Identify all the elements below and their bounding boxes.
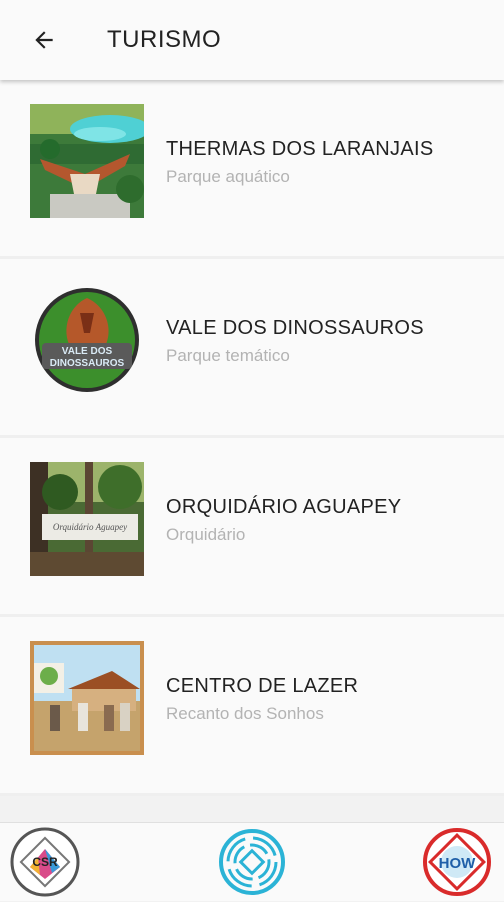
how-logo-icon: HOW	[423, 828, 491, 896]
item-subtitle: Parque temático	[166, 346, 290, 365]
list-item-thermas[interactable]: THERMAS DOS LARANJAIS Parque aquático	[0, 80, 504, 259]
item-title: VALE DOS DINOSSAUROS	[166, 317, 424, 339]
item-title: ORQUIDÁRIO AGUAPEY	[166, 496, 402, 518]
item-texts: VALE DOS DINOSSAUROS Parque temático	[166, 317, 424, 366]
how-logo-button[interactable]: HOW	[422, 827, 492, 897]
csr-logo-text: CSR	[32, 855, 58, 869]
item-texts: CENTRO DE LAZER Recanto dos Sonhos	[166, 675, 358, 724]
list-item-centro-lazer[interactable]: CENTRO DE LAZER Recanto dos Sonhos	[0, 617, 504, 796]
item-subtitle: Recanto dos Sonhos	[166, 704, 324, 723]
center-maze-button[interactable]	[217, 827, 287, 897]
orquidario-thumbnail: Orquidário Aguapey	[30, 462, 144, 576]
item-texts: THERMAS DOS LARANJAIS Parque aquático	[166, 138, 433, 187]
csr-logo-button[interactable]: CSR	[10, 827, 80, 897]
page-title: TURISMO	[107, 26, 222, 53]
vale-dinossauros-logo: VALE DOS DINOSSAUROS	[30, 283, 144, 397]
item-subtitle: Parque aquático	[166, 167, 290, 186]
logo-text-line-2: DINOSSAUROS	[50, 358, 125, 369]
orquidario-sign-text: Orquidário Aguapey	[53, 522, 127, 532]
item-texts: ORQUIDÁRIO AGUAPEY Orquidário	[166, 496, 401, 545]
app-bar: TURISMO	[0, 0, 504, 80]
centro-lazer-thumbnail	[30, 641, 144, 755]
maze-logo-icon	[219, 829, 285, 895]
bottom-bar: CSR HOW	[0, 822, 504, 901]
item-subtitle: Orquidário	[166, 525, 246, 544]
csr-logo-icon: CSR	[10, 827, 80, 897]
back-button[interactable]	[26, 22, 62, 58]
tourism-list: THERMAS DOS LARANJAIS Parque aquático VA…	[0, 80, 504, 796]
arrow-left-icon	[35, 31, 53, 49]
item-title: THERMAS DOS LARANJAIS	[166, 138, 434, 160]
how-logo-text: HOW	[439, 855, 477, 872]
logo-text-line-1: VALE DOS	[62, 346, 113, 357]
item-title: CENTRO DE LAZER	[166, 675, 359, 697]
list-item-orquidario[interactable]: Orquidário Aguapey ORQUIDÁRIO AGUAPEY Or…	[0, 438, 504, 617]
list-item-vale-dinossauros[interactable]: VALE DOS DINOSSAUROS VALE DOS DINOSSAURO…	[0, 259, 504, 438]
thermas-thumbnail	[30, 104, 144, 218]
